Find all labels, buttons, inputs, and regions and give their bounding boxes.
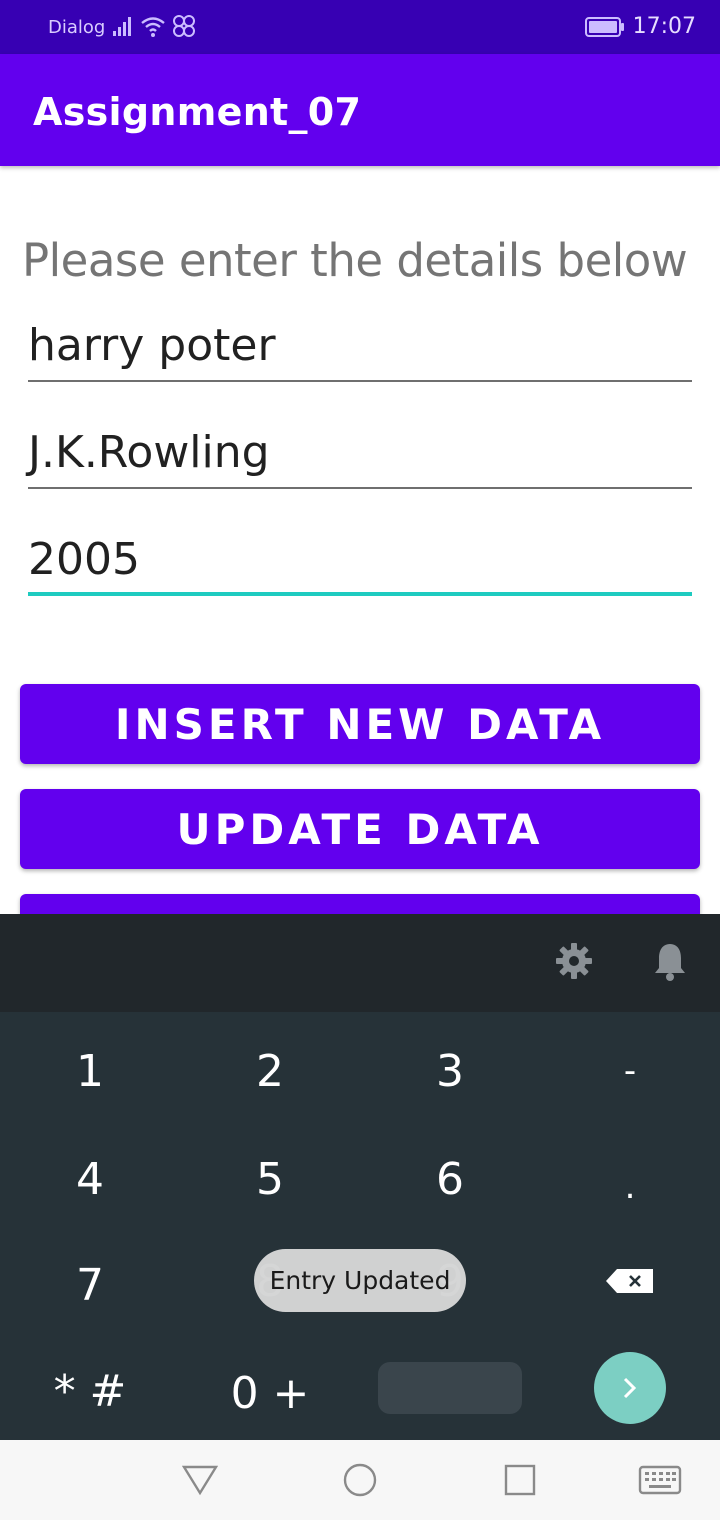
field-underline	[28, 487, 692, 489]
author-value: J.K.Rowling	[28, 427, 270, 478]
key-1[interactable]: 1	[0, 1018, 180, 1124]
signal-icon	[113, 17, 131, 36]
field-underline-focused	[28, 592, 692, 596]
wifi-icon	[141, 17, 165, 37]
backspace-icon	[606, 1269, 653, 1293]
key-3[interactable]: 3	[360, 1018, 540, 1124]
author-field[interactable]: J.K.Rowling	[28, 419, 692, 489]
bell-icon[interactable]	[652, 941, 688, 983]
chevron-right-icon	[623, 1377, 637, 1399]
key-zero-plus[interactable]: 0 +	[180, 1340, 360, 1446]
key-5[interactable]: 5	[180, 1126, 360, 1232]
insert-new-data-button[interactable]: INSERT NEW DATA	[20, 684, 700, 764]
link-icon	[173, 15, 195, 37]
key-dot[interactable]: .	[540, 1134, 720, 1240]
book-title-field[interactable]: harry poter	[28, 312, 692, 382]
key-2[interactable]: 2	[180, 1018, 360, 1124]
key-7[interactable]: 7	[0, 1232, 180, 1338]
keyboard-toolbar	[0, 914, 720, 1012]
backspace-key[interactable]	[540, 1228, 720, 1334]
status-bar: Dialog 17:07	[0, 0, 720, 54]
form-prompt: Please enter the details below	[22, 234, 688, 287]
enter-key[interactable]	[594, 1352, 666, 1424]
year-field[interactable]: 2005	[28, 526, 692, 596]
clock: 17:07	[632, 14, 696, 39]
carrier-label: Dialog	[48, 17, 106, 38]
home-icon[interactable]	[342, 1462, 378, 1498]
key-4[interactable]: 4	[0, 1126, 180, 1232]
back-icon[interactable]	[182, 1464, 218, 1496]
field-underline	[28, 380, 692, 382]
key-star-hash[interactable]: * #	[0, 1338, 180, 1444]
space-key[interactable]	[378, 1362, 522, 1414]
key-minus[interactable]: -	[540, 1018, 720, 1124]
gear-icon[interactable]	[554, 941, 594, 981]
recents-icon[interactable]	[504, 1464, 536, 1496]
key-6[interactable]: 6	[360, 1126, 540, 1232]
toast-message: Entry Updated	[254, 1249, 466, 1312]
navigation-bar	[0, 1440, 720, 1520]
year-value: 2005	[28, 534, 140, 585]
app-bar: Assignment_07	[0, 54, 720, 166]
book-title-value: harry poter	[28, 320, 276, 371]
app-title: Assignment_07	[33, 90, 362, 134]
battery-icon	[584, 16, 624, 37]
keyboard-icon[interactable]	[638, 1464, 682, 1496]
status-icons	[112, 14, 196, 38]
update-data-button[interactable]: UPDATE DATA	[20, 789, 700, 869]
